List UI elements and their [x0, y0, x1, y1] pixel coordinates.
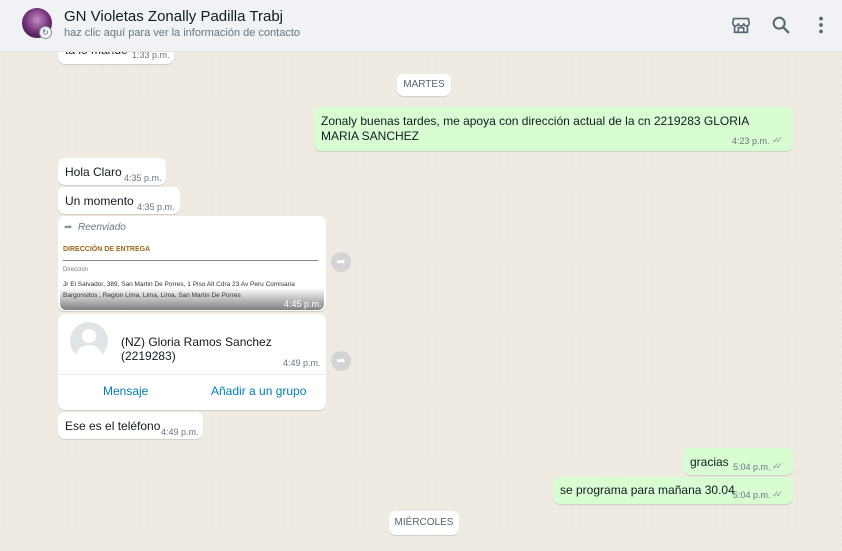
contact-info-hint[interactable]: haz clic aquí para ver la información de… — [64, 27, 300, 39]
message-incoming[interactable]: Hola Claro 4:35 p.m. — [58, 158, 166, 185]
message-incoming[interactable]: Un momento 4:35 p.m. — [58, 187, 180, 214]
forwarded-label: Reenviado — [78, 222, 126, 233]
message-outgoing[interactable]: se programa para mañana 30.04 5:04 p.m. … — [553, 477, 793, 504]
message-text: gracias — [690, 455, 729, 469]
double-check-icon: ✓✓ — [772, 135, 783, 145]
message-time: 4:35 p.m. — [137, 202, 175, 212]
doc-divider — [63, 260, 318, 261]
message-time: 4:35 p.m. — [124, 173, 162, 183]
date-separator: MIÉRCOLES — [389, 511, 459, 535]
doc-field-label: Dirección — [63, 267, 89, 273]
message-text: Hola Claro — [65, 165, 122, 179]
double-check-icon: ✓✓ — [772, 461, 783, 471]
message-contact-button[interactable]: Mensaje — [103, 384, 148, 398]
message-time: 4:49 p.m. — [283, 358, 321, 368]
contact-name[interactable]: GN Violetas Zonally Padilla Trabj — [64, 8, 283, 25]
forward-icon: ➦ — [64, 222, 73, 233]
message-time: 5:04 p.m. — [733, 490, 771, 500]
message-incoming[interactable]: Ese es el teléfono 4:49 p.m. — [58, 412, 203, 439]
add-to-group-button[interactable]: Añadir a un grupo — [211, 384, 306, 398]
date-separator: MARTES — [397, 74, 451, 96]
search-icon[interactable] — [770, 14, 792, 36]
message-text: Zonaly buenas tardes, me apoya con direc… — [321, 114, 749, 143]
message-time: 4:45 p.m. — [284, 299, 322, 309]
message-text: se programa para mañana 30.04 — [560, 483, 735, 497]
menu-icon[interactable] — [810, 14, 832, 36]
message-time: 4:23 p.m. — [732, 136, 770, 146]
message-outgoing[interactable]: gracias 5:04 p.m. ✓✓ — [683, 448, 793, 475]
message-time: 4:49 p.m. — [161, 427, 199, 437]
forward-button-icon[interactable]: ➦ — [331, 252, 351, 272]
message-text: Un momento — [65, 194, 134, 208]
store-icon[interactable] — [730, 14, 752, 36]
message-time: 5:04 p.m. — [733, 462, 771, 472]
double-check-icon: ✓✓ — [772, 489, 783, 499]
chat-header[interactable]: ↻ GN Violetas Zonally Padilla Trabj haz … — [0, 0, 842, 52]
contact-card-avatar — [70, 322, 108, 360]
message-outgoing[interactable]: Zonaly buenas tardes, me apoya con direc… — [314, 107, 793, 151]
status-icon: ↻ — [39, 26, 52, 39]
document-preview[interactable]: DIRECCIÓN DE ENTREGA Dirección Jr El Sal… — [60, 240, 324, 310]
card-divider — [58, 374, 326, 375]
message-text: Ese es el teléfono — [65, 419, 161, 433]
forward-button-icon[interactable]: ➦ — [331, 351, 351, 371]
doc-heading: DIRECCIÓN DE ENTREGA — [63, 246, 151, 253]
contact-card-message[interactable]: (NZ) Gloria Ramos Sanchez (2219283) 4:49… — [58, 314, 326, 410]
forwarded-message[interactable]: ➦ Reenviado DIRECCIÓN DE ENTREGA Direcci… — [58, 216, 326, 311]
